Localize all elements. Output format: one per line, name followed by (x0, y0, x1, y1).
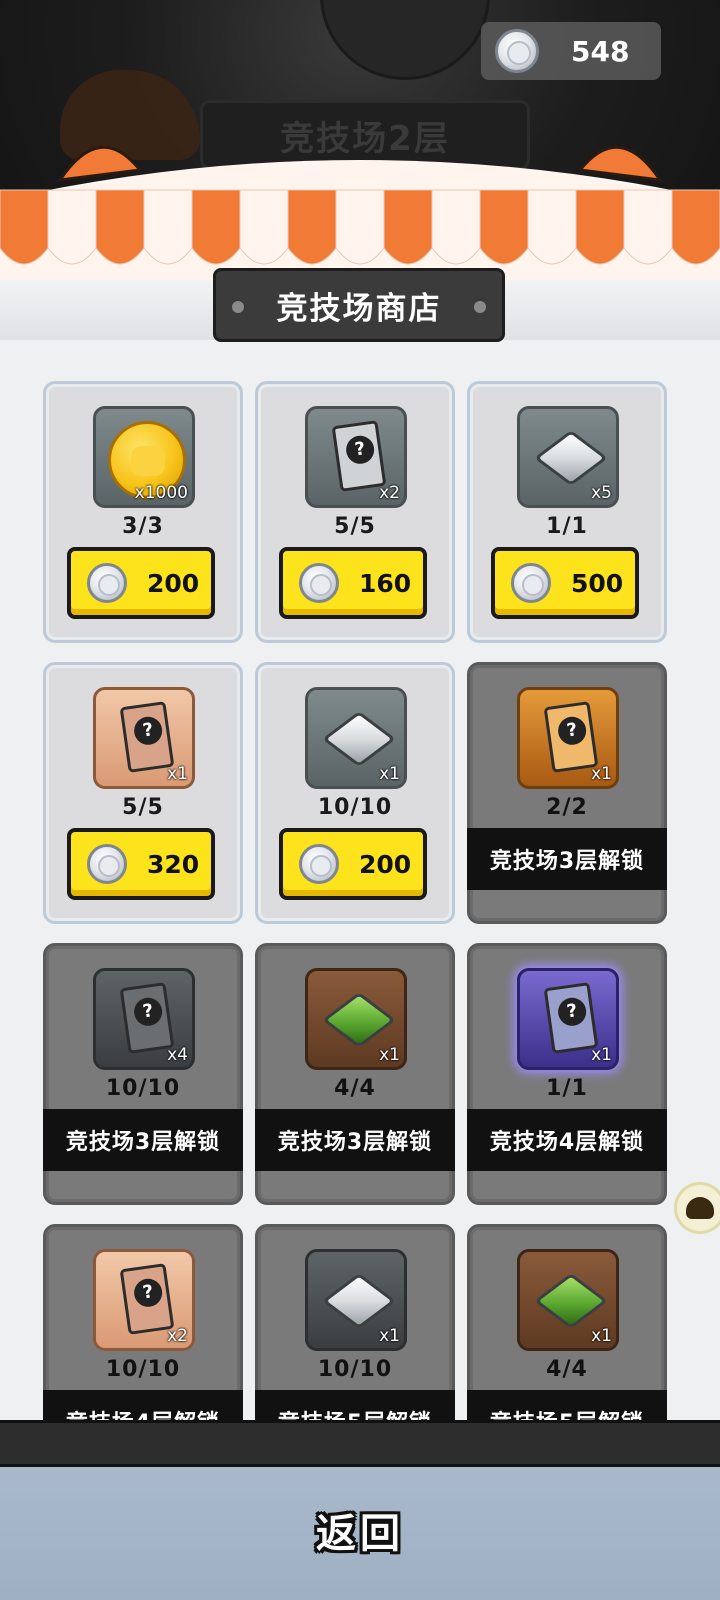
item-frame: x1 (93, 687, 195, 789)
item-stock: 3/3 (122, 514, 164, 539)
back-button[interactable]: 返回 (260, 1490, 460, 1570)
bronze-card-icon (119, 701, 175, 773)
item-frame: x1 (305, 687, 407, 789)
item-stock: 4/4 (334, 1076, 376, 1101)
green-gem-icon (533, 1273, 609, 1329)
buy-button[interactable]: 500 (491, 547, 639, 619)
shop-item-card[interactable]: x1 5/5 320 (43, 662, 243, 924)
unlock-requirement-banner: 竞技场3层解锁 (467, 828, 667, 890)
item-quantity: x1 (591, 1045, 612, 1065)
unlock-requirement-banner: 竞技场4层解锁 (467, 1109, 667, 1171)
item-frame: x4 (93, 968, 195, 1070)
shop-item-card: x1 4/4 竞技场3层解锁 (255, 943, 455, 1205)
item-quantity: x1000 (134, 483, 188, 503)
item-stock: 10/10 (105, 1076, 181, 1101)
item-frame: x1 (517, 687, 619, 789)
shop-item-grid: x1000 3/3 200 x2 5/5 160 x5 1/1 500 x1 5… (0, 0, 720, 1420)
buy-button[interactable]: 320 (67, 828, 215, 900)
silver-coin-icon (511, 563, 551, 603)
item-stock: 10/10 (105, 1357, 181, 1382)
item-quantity: x1 (167, 764, 188, 784)
item-frame: x1 (517, 968, 619, 1070)
silver-coin-icon (87, 563, 127, 603)
item-stock: 2/2 (546, 795, 588, 820)
bottom-shelf (0, 1420, 720, 1466)
item-price: 160 (359, 568, 412, 598)
shop-item-card[interactable]: x1000 3/3 200 (43, 381, 243, 643)
green-gem-icon (321, 992, 397, 1048)
buy-button[interactable]: 200 (279, 828, 427, 900)
unlock-requirement-banner: 竞技场3层解锁 (255, 1109, 455, 1171)
shop-item-card[interactable]: x1 10/10 200 (255, 662, 455, 924)
item-frame: x1000 (93, 406, 195, 508)
shop-item-card: x1 1/1 竞技场4层解锁 (467, 943, 667, 1205)
item-quantity: x2 (379, 483, 400, 503)
item-stock: 1/1 (546, 514, 588, 539)
item-frame: x2 (305, 406, 407, 508)
buy-button[interactable]: 200 (67, 547, 215, 619)
mystery-card-icon (331, 420, 387, 492)
unlock-requirement-banner: 竞技场3层解锁 (43, 1109, 243, 1171)
shop-item-card: x1 2/2 竞技场3层解锁 (467, 662, 667, 924)
item-price: 200 (147, 568, 200, 598)
silver-coin-icon (299, 563, 339, 603)
item-price: 320 (147, 849, 200, 879)
item-stock: 10/10 (317, 1357, 393, 1382)
item-quantity: x1 (379, 1045, 400, 1065)
shop-item-card: x4 10/10 竞技场3层解锁 (43, 943, 243, 1205)
silver-gem-icon (533, 430, 609, 486)
item-quantity: x1 (379, 764, 400, 784)
silver-gem-icon (321, 1273, 397, 1329)
side-chat-icon[interactable] (674, 1182, 720, 1234)
item-stock: 1/1 (546, 1076, 588, 1101)
item-price: 200 (359, 849, 412, 879)
silver-coin-icon (299, 844, 339, 884)
item-price: 500 (571, 568, 624, 598)
item-frame: x1 (305, 968, 407, 1070)
silver-gem-icon (321, 711, 397, 767)
item-stock: 10/10 (317, 795, 393, 820)
item-stock: 4/4 (546, 1357, 588, 1382)
buy-button[interactable]: 160 (279, 547, 427, 619)
shop-item-card[interactable]: x5 1/1 500 (467, 381, 667, 643)
item-stock: 5/5 (122, 795, 164, 820)
dark-card-icon (119, 982, 175, 1054)
item-quantity: x2 (167, 1326, 188, 1346)
silver-coin-icon (87, 844, 127, 884)
item-frame: x2 (93, 1249, 195, 1351)
item-quantity: x1 (379, 1326, 400, 1346)
bronze-card-icon (119, 1263, 175, 1335)
item-quantity: x5 (591, 483, 612, 503)
legendary-card-icon (543, 982, 599, 1054)
item-quantity: x1 (591, 1326, 612, 1346)
item-stock: 5/5 (334, 514, 376, 539)
shop-item-card[interactable]: x2 5/5 160 (255, 381, 455, 643)
item-frame: x5 (517, 406, 619, 508)
gold-card-icon (543, 701, 599, 773)
item-frame: x1 (517, 1249, 619, 1351)
item-quantity: x1 (591, 764, 612, 784)
item-quantity: x4 (167, 1045, 188, 1065)
item-frame: x1 (305, 1249, 407, 1351)
